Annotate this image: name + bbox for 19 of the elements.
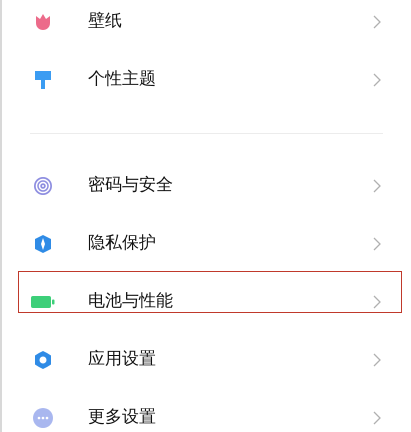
battery-icon xyxy=(31,295,55,309)
more-icon xyxy=(33,408,53,428)
chevron-right-icon xyxy=(373,353,381,367)
chevron-right-icon xyxy=(373,411,381,425)
item-label: 电池与性能 xyxy=(88,290,174,314)
paint-brush-icon xyxy=(34,70,52,90)
chevron-right-icon xyxy=(373,295,381,309)
chevron-right-icon xyxy=(373,237,381,251)
item-label: 密码与安全 xyxy=(88,174,174,198)
tulip-icon xyxy=(34,13,52,31)
chevron-right-icon xyxy=(373,15,381,29)
item-label: 隐私保护 xyxy=(88,232,157,256)
item-label: 更多设置 xyxy=(88,406,157,430)
item-label: 个性主题 xyxy=(88,68,157,92)
chevron-right-icon xyxy=(373,179,381,193)
item-label: 壁纸 xyxy=(88,10,123,34)
shield-icon xyxy=(33,234,53,254)
chevron-right-icon xyxy=(373,73,381,87)
item-label: 应用设置 xyxy=(88,348,157,372)
